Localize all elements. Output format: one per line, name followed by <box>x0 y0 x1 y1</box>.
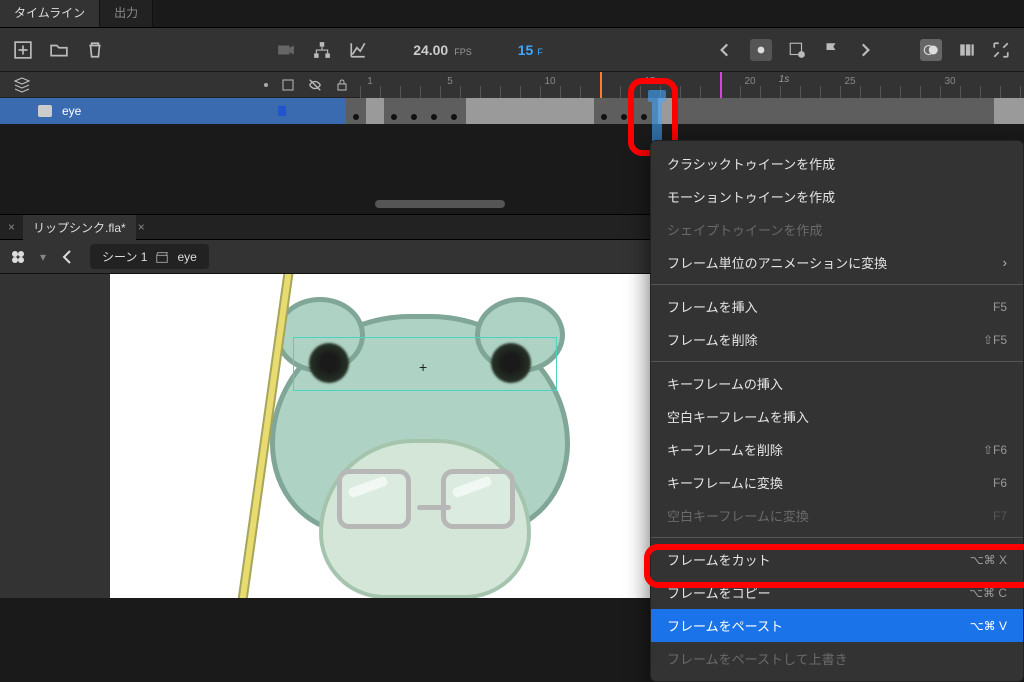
onion-skin-icon[interactable] <box>920 39 942 61</box>
frame-label: F <box>537 47 543 57</box>
camera-icon[interactable] <box>277 41 295 59</box>
breadcrumb-scene[interactable]: シーン 1 eye <box>90 244 209 269</box>
folder-icon[interactable] <box>50 41 68 59</box>
layers-stack-icon[interactable] <box>14 77 30 93</box>
pasteboard-left <box>0 274 110 598</box>
drawing-eye-right <box>495 347 527 379</box>
horizontal-scroll-thumb[interactable] <box>375 200 505 208</box>
clapper-icon <box>155 250 169 264</box>
panel-tab-bar: タイムライン 出力 <box>0 0 1024 28</box>
menu-create-classic-tween[interactable]: クラシックトゥイーンを作成 <box>651 147 1023 180</box>
visibility-col-icon[interactable] <box>308 78 322 92</box>
document-tab[interactable]: リップシンク.fla* <box>23 215 136 240</box>
menu-create-shape-tween: シェイプトゥイーンを作成 <box>651 213 1023 246</box>
menu-insert-frame[interactable]: フレームを挿入F5 <box>651 290 1023 323</box>
fps-display[interactable]: 24.00 FPS <box>413 42 472 58</box>
menu-separator <box>651 284 1023 285</box>
next-icon[interactable] <box>856 41 874 59</box>
close-document-icon[interactable]: × <box>130 216 153 238</box>
menu-remove-frame[interactable]: フレームを削除⇧F5 <box>651 323 1023 356</box>
menu-convert-blank-keyframe: 空白キーフレームに変換F7 <box>651 499 1023 532</box>
menu-convert-frame-anim[interactable]: フレーム単位のアニメーションに変換› <box>651 246 1023 279</box>
menu-remove-keyframe[interactable]: キーフレームを削除⇧F6 <box>651 433 1023 466</box>
tab-output[interactable]: 出力 <box>100 0 153 27</box>
add-layer-icon[interactable] <box>14 41 32 59</box>
current-frame-display[interactable]: 15 F <box>518 42 543 58</box>
keyframe-dot[interactable] <box>353 114 359 120</box>
drawing-frog: + <box>270 314 570 534</box>
scene-label: シーン 1 <box>102 248 147 265</box>
fps-value: 24.00 <box>413 42 448 58</box>
timeline-toolbar: 24.00 FPS 15 F <box>0 28 1024 72</box>
expand-icon[interactable] <box>992 41 1010 59</box>
keyframe-insert-icon[interactable] <box>750 39 772 61</box>
back-arrow-icon[interactable] <box>60 249 76 265</box>
layer-name: eye <box>62 104 81 118</box>
ruler-tick: 30 <box>944 76 955 87</box>
registration-crosshair: + <box>419 359 427 375</box>
marker-orange <box>600 72 602 98</box>
menu-insert-keyframe[interactable]: キーフレームの挿入 <box>651 367 1023 400</box>
menu-create-motion-tween[interactable]: モーショントゥイーンを作成 <box>651 180 1023 213</box>
ruler-tick: 5 <box>447 76 453 87</box>
ruler-tick: 10 <box>544 76 555 87</box>
outline-col-icon[interactable] <box>282 79 294 91</box>
menu-cut-frames[interactable]: フレームをカット⌥⌘ X <box>651 543 1023 576</box>
context-menu: クラシックトゥイーンを作成 モーショントゥイーンを作成 シェイプトゥイーンを作成… <box>650 140 1024 682</box>
hierarchy-icon[interactable] <box>313 41 331 59</box>
trash-icon[interactable] <box>86 41 104 59</box>
layer-type-icon <box>38 105 52 117</box>
marker-magenta <box>720 72 722 98</box>
frame-value: 15 <box>518 42 534 58</box>
menu-paste-overwrite: フレームをペーストして上書き <box>651 642 1023 675</box>
keyframe-dot[interactable] <box>451 114 457 120</box>
ruler-tick: 25 <box>844 76 855 87</box>
graph-icon[interactable] <box>349 41 367 59</box>
menu-separator <box>651 361 1023 362</box>
close-panel-icon[interactable]: × <box>0 216 23 238</box>
keyframe-dot[interactable] <box>431 114 437 120</box>
ruler-tick: 15 <box>644 76 655 87</box>
chevron-right-icon: › <box>1003 255 1007 270</box>
keyframe-tool-icon[interactable] <box>788 41 806 59</box>
highlight-col-icon[interactable] <box>264 83 268 87</box>
lock-col-icon[interactable] <box>336 79 348 91</box>
symbol-label: eye <box>177 250 196 264</box>
keyframe-dot[interactable] <box>621 114 627 120</box>
menu-insert-blank-keyframe[interactable]: 空白キーフレームを挿入 <box>651 400 1023 433</box>
layer-row[interactable]: eye <box>0 98 1024 124</box>
timeline-ruler[interactable]: 1 5 10 15 20 25 30 <box>360 72 1024 98</box>
prev-icon[interactable] <box>716 41 734 59</box>
flag-icon[interactable] <box>822 41 840 59</box>
keyframe-dot[interactable] <box>391 114 397 120</box>
drawing-eye-left <box>313 347 345 379</box>
fps-label: FPS <box>454 47 472 57</box>
keyframe-dot[interactable] <box>601 114 607 120</box>
clover-icon[interactable] <box>10 249 26 265</box>
layer-header-row: 1s 1 5 10 15 20 25 30 <box>0 72 1024 98</box>
ruler-tick: 20 <box>744 76 755 87</box>
keyframe-dot[interactable] <box>411 114 417 120</box>
layer-color-swatch <box>278 106 286 116</box>
menu-separator <box>651 537 1023 538</box>
tab-timeline[interactable]: タイムライン <box>0 0 100 27</box>
frames-strip[interactable] <box>346 98 1024 124</box>
keyframe-dot[interactable] <box>641 114 647 120</box>
document-filename: リップシンク.fla* <box>33 219 126 236</box>
menu-paste-frames[interactable]: フレームをペースト⌥⌘ V <box>651 609 1023 642</box>
menu-convert-keyframe[interactable]: キーフレームに変換F6 <box>651 466 1023 499</box>
multi-frame-icon[interactable] <box>958 41 976 59</box>
ruler-tick: 1 <box>367 76 373 87</box>
menu-copy-frames[interactable]: フレームをコピー⌥⌘ C <box>651 576 1023 609</box>
